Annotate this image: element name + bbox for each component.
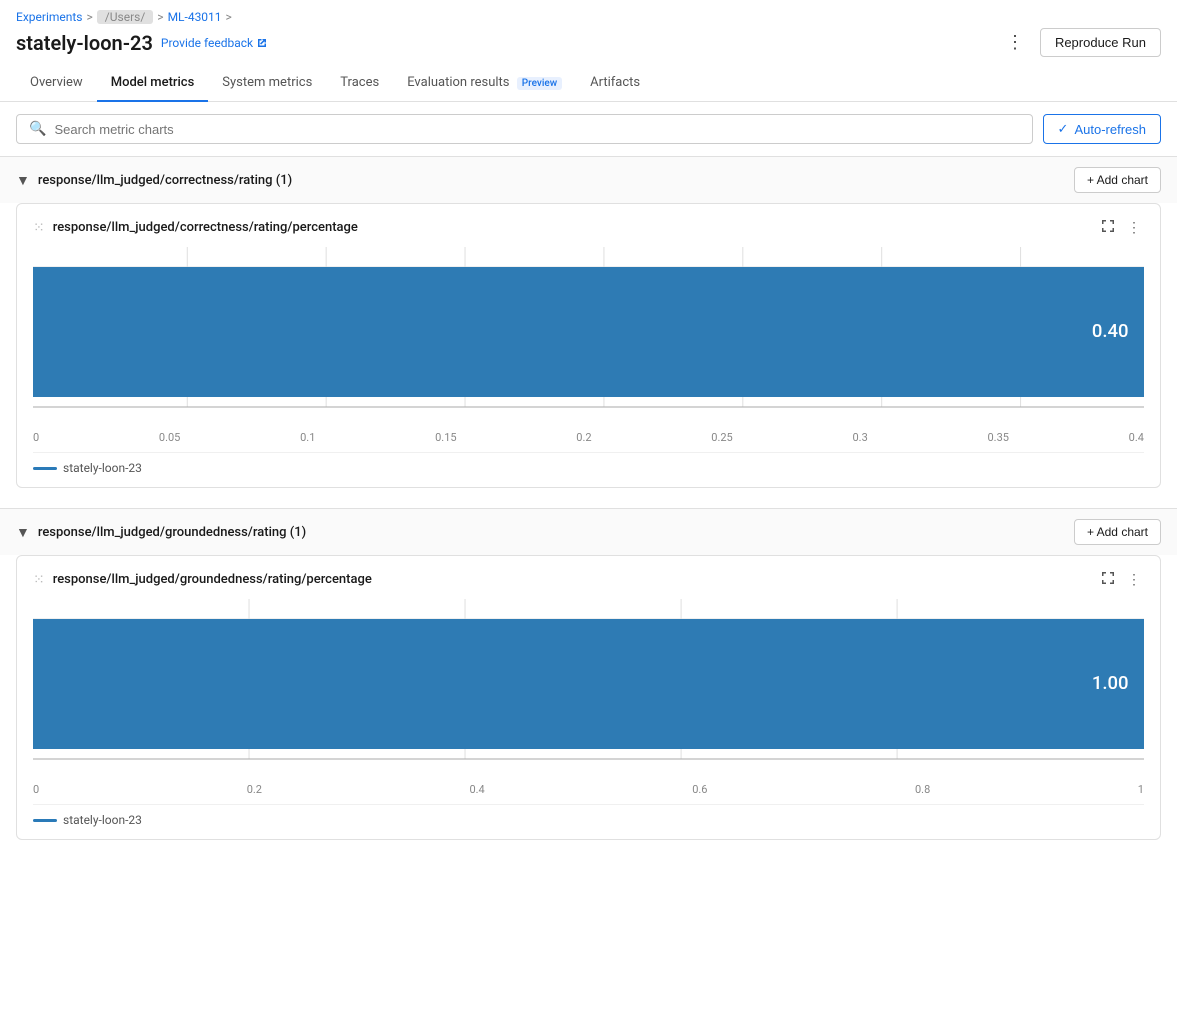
chart-area-correctness: 0.40 [33, 247, 1144, 427]
legend-line-correctness [33, 467, 57, 470]
chart-legend-correctness: stately-loon-23 [33, 452, 1144, 475]
axis-labels-groundedness: 0 0.2 0.4 0.6 0.8 1 [33, 783, 1144, 796]
chart-legend-groundedness: stately-loon-23 [33, 804, 1144, 827]
chart-svg-correctness: 0.40 [33, 247, 1144, 427]
provide-feedback-link[interactable]: Provide feedback [161, 36, 268, 50]
run-title: stately-loon-23 [16, 31, 153, 55]
more-options-button[interactable]: ⋮ [998, 28, 1032, 57]
search-bar-row: 🔍 ✓ Auto-refresh [0, 102, 1177, 156]
chart-card-groundedness: ⁙ response/llm_judged/groundedness/ratin… [16, 555, 1161, 840]
legend-label-correctness: stately-loon-23 [63, 461, 142, 475]
tab-model-metrics[interactable]: Model metrics [97, 65, 209, 102]
search-icon: 🔍 [29, 121, 46, 137]
checkmark-icon: ✓ [1058, 121, 1069, 137]
tab-evaluation-results[interactable]: Evaluation results Preview [393, 65, 576, 102]
tab-artifacts[interactable]: Artifacts [576, 65, 654, 102]
chart-area-groundedness: 1.00 [33, 599, 1144, 779]
chart-card-correctness: ⁙ response/llm_judged/correctness/rating… [16, 203, 1161, 488]
tab-traces[interactable]: Traces [326, 65, 393, 102]
breadcrumb: Experiments > /Users/ > ML-43011 > [0, 0, 1177, 24]
expand-chart-groundedness-button[interactable] [1098, 568, 1118, 591]
search-input-wrap: 🔍 [16, 114, 1033, 144]
add-chart-correctness-button[interactable]: + Add chart [1074, 167, 1161, 193]
tab-system-metrics[interactable]: System metrics [208, 65, 326, 102]
svg-text:1.00: 1.00 [1092, 673, 1129, 694]
preview-badge: Preview [517, 77, 562, 90]
more-chart-correctness-button[interactable]: ⋮ [1124, 216, 1144, 239]
external-link-icon [256, 37, 268, 49]
tab-overview[interactable]: Overview [16, 65, 97, 102]
breadcrumb-run-id[interactable]: ML-43011 [168, 10, 222, 24]
collapse-groundedness-icon[interactable]: ▼ [16, 524, 30, 541]
reproduce-run-button[interactable]: Reproduce Run [1040, 28, 1161, 57]
legend-label-groundedness: stately-loon-23 [63, 813, 142, 827]
section-correctness-header: ▼ response/llm_judged/correctness/rating… [0, 156, 1177, 203]
drag-handle-groundedness[interactable]: ⁙ [33, 572, 45, 588]
chart-svg-groundedness: 1.00 [33, 599, 1144, 779]
auto-refresh-button[interactable]: ✓ Auto-refresh [1043, 114, 1161, 144]
tabs-bar: Overview Model metrics System metrics Tr… [0, 65, 1177, 102]
drag-handle-correctness[interactable]: ⁙ [33, 220, 45, 236]
section-correctness-title: response/llm_judged/correctness/rating (… [38, 173, 292, 188]
legend-line-groundedness [33, 819, 57, 822]
chart-title-correctness: response/llm_judged/correctness/rating/p… [53, 220, 358, 235]
collapse-correctness-icon[interactable]: ▼ [16, 172, 30, 189]
search-input[interactable] [54, 122, 1019, 137]
expand-chart-correctness-button[interactable] [1098, 216, 1118, 239]
breadcrumb-users: /Users/ [97, 10, 154, 24]
breadcrumb-experiments[interactable]: Experiments [16, 10, 83, 24]
section-groundedness-header: ▼ response/llm_judged/groundedness/ratin… [0, 508, 1177, 555]
expand-icon-groundedness [1101, 571, 1115, 585]
chart-title-groundedness: response/llm_judged/groundedness/rating/… [53, 572, 372, 587]
add-chart-groundedness-button[interactable]: + Add chart [1074, 519, 1161, 545]
axis-labels-correctness: 0 0.05 0.1 0.15 0.2 0.25 0.3 0.35 0.4 [33, 431, 1144, 444]
expand-icon [1101, 219, 1115, 233]
title-bar: stately-loon-23 Provide feedback ⋮ Repro… [0, 24, 1177, 65]
section-groundedness-title: response/llm_judged/groundedness/rating … [38, 525, 306, 540]
more-chart-groundedness-button[interactable]: ⋮ [1124, 568, 1144, 591]
svg-text:0.40: 0.40 [1092, 321, 1129, 342]
